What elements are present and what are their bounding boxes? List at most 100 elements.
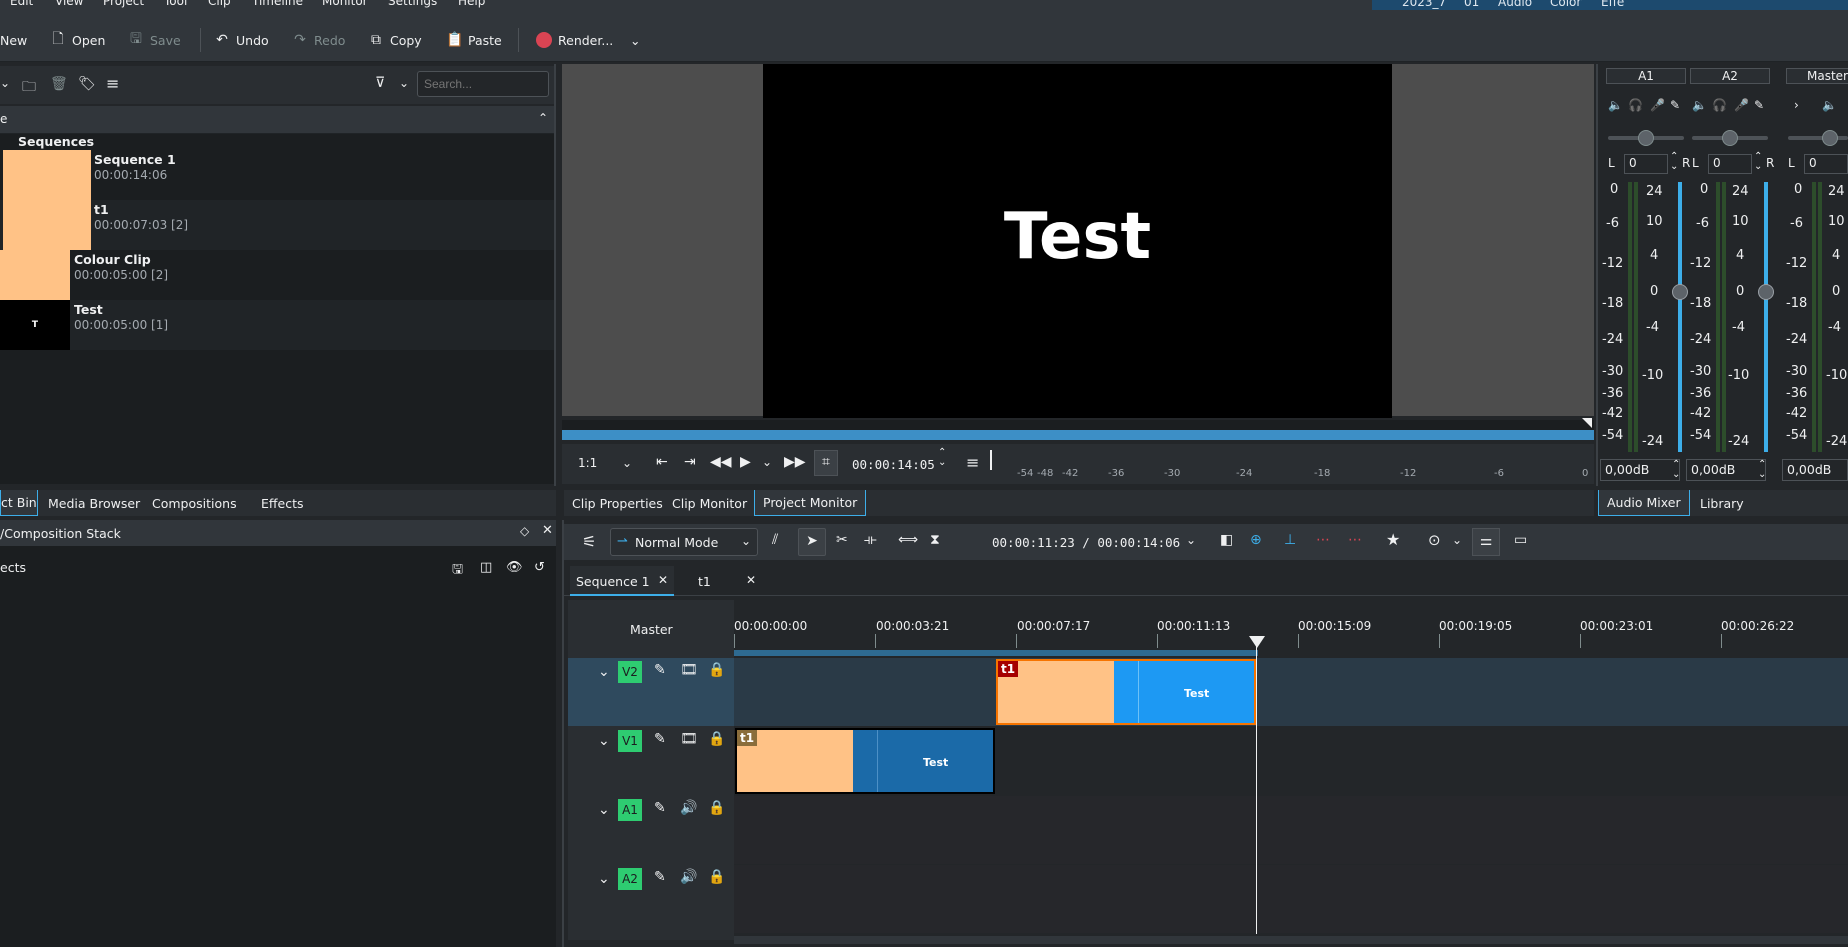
bin-splitter[interactable] — [554, 64, 556, 486]
effects-wand-icon[interactable]: ✎ — [654, 869, 666, 885]
mute-icon[interactable]: 🔈 — [1608, 98, 1623, 112]
monitor-timecode[interactable]: 00:00:14:05 — [852, 457, 935, 472]
bin-search-input[interactable] — [417, 71, 549, 97]
slide-tool-icon[interactable]: ⧗ — [930, 532, 940, 548]
bin-item-colour-clip[interactable]: Colour Clip 00:00:05:00 [2] — [0, 250, 556, 300]
filter-chevron-icon[interactable]: ⌄ — [399, 76, 409, 90]
track-name-v2[interactable]: V2 — [618, 661, 642, 683]
effects-wand-icon[interactable]: ✎ — [1754, 98, 1764, 112]
reset-icon[interactable]: ↺ — [534, 560, 545, 575]
add-folder-icon[interactable]: 🗀 — [22, 76, 36, 100]
track-name-a1[interactable]: A1 — [618, 799, 642, 821]
gain-spin-icon[interactable]: ⌃ ⌄ — [1758, 460, 1766, 480]
save-effect-icon[interactable]: 🖫 — [452, 560, 463, 582]
spacer-tool-icon[interactable]: ⫽ — [772, 532, 778, 548]
mute-speaker-icon[interactable]: 🔊 — [680, 800, 697, 816]
bin-column-name[interactable]: e — [0, 112, 7, 126]
subtitle-icon[interactable]: ▭ — [1514, 532, 1527, 548]
filter-icon[interactable]: ⊽ — [375, 75, 385, 91]
gain-value-a2[interactable]: 0,00dB — [1686, 459, 1766, 481]
layout-effects[interactable]: Effe — [1601, 0, 1624, 9]
edit-mode-select[interactable]: ⇀ Normal Mode ⌄ — [610, 528, 758, 556]
timecode-spin-icon[interactable]: ⌃ ⌄ — [938, 448, 946, 468]
headphones-icon[interactable]: 🎧 — [1628, 98, 1643, 112]
track-row-a2[interactable] — [734, 865, 1848, 933]
tab-sequence-1[interactable]: Sequence 1 ✕ — [570, 566, 674, 596]
bin-item-sequence-1[interactable]: Sequence 1 00:00:14:06 — [0, 150, 556, 200]
redo-button[interactable]: ↷ Redo — [292, 30, 345, 50]
pan-knob-master[interactable] — [1822, 130, 1838, 146]
undo-button[interactable]: ↶ Undo — [214, 30, 269, 50]
sort-chevron-icon[interactable]: ⌃ — [538, 111, 548, 125]
volume-fader-a1[interactable] — [1678, 182, 1682, 452]
razor-tool-icon[interactable]: ✂ — [836, 532, 848, 548]
track-name-a2[interactable]: A2 — [618, 868, 642, 890]
expand-chevron-icon[interactable]: › — [1794, 98, 1799, 112]
tag-icon[interactable]: 🏷 — [78, 76, 96, 92]
timecode-chevron-icon[interactable]: ⌄ — [1186, 533, 1196, 547]
new-button[interactable]: New — [0, 30, 27, 50]
menu-monitor[interactable]: Monitor — [322, 0, 368, 8]
pan-value-a1[interactable]: 0 — [1624, 154, 1668, 174]
track-header-a2[interactable]: ⌄ A2 ✎ 🔊 🔒 — [568, 865, 734, 933]
master-track-label[interactable]: Master — [630, 622, 673, 637]
volume-fader-knob-a2[interactable] — [1758, 284, 1774, 300]
tab-audio-mixer[interactable]: Audio Mixer — [1598, 490, 1690, 516]
layout-01[interactable]: 01 — [1464, 0, 1479, 9]
tab-compositions[interactable]: Compositions — [144, 490, 245, 516]
mute-icon[interactable]: 🔈 — [1822, 98, 1837, 112]
record-menu-chevron-icon[interactable]: ⌄ — [1452, 533, 1462, 547]
layout-color[interactable]: Color — [1550, 0, 1581, 9]
menu-view[interactable]: View — [55, 0, 83, 8]
track-row-v2[interactable] — [734, 658, 1848, 726]
volume-fader-knob-a1[interactable] — [1672, 284, 1688, 300]
play-menu-chevron-icon[interactable]: ⌄ — [762, 455, 772, 469]
tab-clip-monitor[interactable]: Clip Monitor — [664, 490, 755, 516]
tab-project-monitor[interactable]: Project Monitor — [754, 490, 867, 516]
gain-value-master[interactable]: 0,00dB — [1782, 459, 1848, 481]
timeline-zone-bar[interactable] — [734, 650, 1258, 656]
menu-help[interactable]: Help — [458, 0, 485, 8]
timeline-clip-v2-t1[interactable]: t1 Test — [996, 659, 1256, 725]
zoom-chevron-icon[interactable]: ⌄ — [622, 456, 632, 470]
mixer-splitter[interactable] — [1596, 64, 1598, 486]
mute-icon[interactable]: 🔈 — [1692, 98, 1707, 112]
lock-icon[interactable]: 🔒 — [708, 662, 725, 678]
forward-icon[interactable]: ▶▶ — [784, 454, 806, 470]
mute-speaker-icon[interactable]: 🔊 — [680, 869, 697, 885]
menu-settings[interactable]: Settings — [388, 0, 437, 8]
delete-icon[interactable]: 🗑 — [50, 76, 68, 92]
collapse-track-chevron-icon[interactable]: ⌄ — [598, 802, 610, 818]
pan-value-a2[interactable]: 0 — [1708, 154, 1752, 174]
extract-icon[interactable]: ⋯ — [1348, 532, 1362, 548]
set-out-icon[interactable]: ⇥ — [684, 454, 696, 470]
pan-spin-icon[interactable]: ⌃ ⌄ — [1754, 152, 1762, 172]
tab-t1[interactable]: t1 ✕ — [678, 566, 764, 596]
timeline-clip-v1-t1[interactable]: t1 Test — [735, 728, 995, 794]
save-button[interactable]: 🖫 Save — [128, 30, 181, 50]
track-header-v1[interactable]: ⌄ V1 ✎ 🎞 🔒 — [568, 727, 734, 795]
zoom-select[interactable]: 1:1 — [578, 456, 597, 470]
paste-button[interactable]: 📋 Paste — [446, 30, 502, 50]
playhead-handle-icon[interactable] — [1249, 636, 1265, 648]
layout-2023[interactable]: 2023_7 — [1402, 0, 1446, 9]
lock-icon[interactable]: 🔒 — [708, 869, 725, 885]
bin-item-test[interactable]: T Test 00:00:05:00 [1] — [0, 300, 556, 350]
tab-project-bin[interactable]: ct Bin — [0, 490, 38, 516]
effects-wand-icon[interactable]: ✎ — [1670, 98, 1680, 112]
pan-spin-icon[interactable]: ⌃ ⌄ — [1670, 152, 1678, 172]
close-tab-icon[interactable]: ✕ — [746, 573, 756, 587]
render-menu-chevron-icon[interactable]: ⌄ — [630, 30, 640, 50]
record-mic-icon[interactable]: 🎤 — [1650, 98, 1665, 112]
menu-project[interactable]: Project — [103, 0, 144, 8]
layout-audio[interactable]: Audio — [1498, 0, 1532, 9]
hide-video-film-icon[interactable]: 🎞 — [680, 662, 698, 678]
effects-wand-icon[interactable]: ✎ — [654, 731, 666, 747]
collapse-track-chevron-icon[interactable]: ⌄ — [598, 664, 610, 680]
collapse-track-chevron-icon[interactable]: ⌄ — [598, 733, 610, 749]
folder-sequences[interactable]: Sequences — [18, 134, 94, 149]
float-panel-icon[interactable]: ◇ — [520, 524, 529, 538]
crop-icon[interactable]: ⌗ — [814, 450, 838, 476]
menu-timeline[interactable]: Timeline — [252, 0, 303, 8]
timeline-scrollbar[interactable] — [734, 936, 1848, 944]
